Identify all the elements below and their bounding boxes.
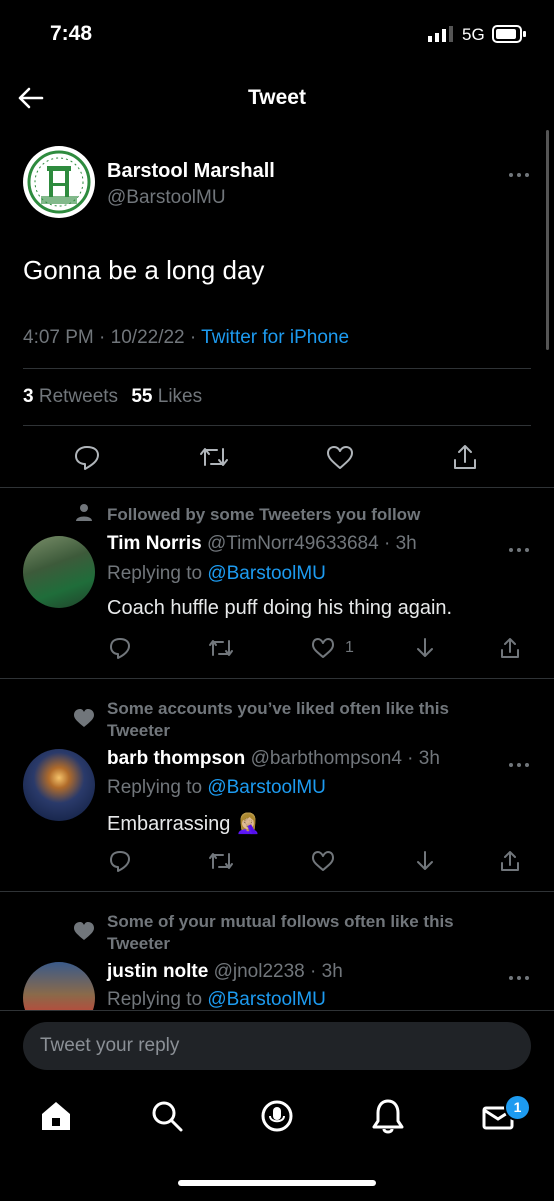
signal-icon — [428, 26, 456, 47]
replying-prefix: Replying to — [107, 989, 203, 1010]
replying-to-handle[interactable]: @BarstoolMU — [207, 563, 326, 584]
reply-author-handle[interactable]: @TimNorr49633684 — [207, 533, 379, 554]
reply-header: barb thompson @barbthompson4 · 3h — [107, 748, 440, 769]
share-icon[interactable] — [498, 849, 522, 873]
reply-text: Coach huffle puff doing his thing again. — [107, 597, 453, 619]
home-icon — [42, 1102, 70, 1130]
share-icon[interactable] — [451, 443, 479, 471]
author-handle[interactable]: @BarstoolMU — [107, 187, 226, 209]
likes-stat[interactable]: 55 Likes — [131, 386, 202, 407]
reply-item[interactable]: Followed by some Tweeters you follow Tim… — [0, 488, 554, 678]
status-time: 7:48 — [50, 22, 93, 45]
reply-icon[interactable] — [108, 849, 132, 873]
social-context: Some accounts you’ve liked often like th… — [107, 699, 449, 740]
bell-icon — [372, 1099, 404, 1134]
reply-header: Tim Norris @TimNorr49633684 · 3h — [107, 533, 417, 554]
tweet-source[interactable]: Twitter for iPhone — [201, 327, 349, 348]
reply-icon[interactable] — [73, 443, 101, 471]
barstool-logo-icon — [27, 150, 91, 214]
replying-prefix: Replying to — [107, 563, 203, 584]
heart-filled-icon — [72, 920, 96, 947]
retweets-count: 3 — [23, 386, 34, 407]
scroll-indicator — [546, 130, 549, 350]
like-count: 1 — [345, 639, 354, 656]
reply-text: Embarrassing 🤦🏼‍♀️ — [107, 813, 261, 835]
replying-prefix: Replying to — [107, 777, 203, 798]
replying-to-handle[interactable]: @BarstoolMU — [207, 777, 326, 798]
tab-home[interactable] — [38, 1098, 74, 1139]
more-options-icon[interactable] — [508, 541, 530, 559]
reply-avatar[interactable] — [23, 536, 95, 608]
reply-author-name[interactable]: Tim Norris — [107, 533, 202, 554]
like-icon[interactable] — [310, 849, 336, 873]
page-title: Tweet — [248, 86, 306, 109]
more-options-icon[interactable] — [508, 969, 530, 987]
retweets-label: Retweets — [38, 386, 119, 407]
heart-filled-icon — [72, 707, 96, 734]
social-context: Some of your mutual follows often like t… — [107, 912, 454, 953]
divider — [23, 425, 531, 426]
search-icon — [152, 1101, 183, 1132]
reply-author-handle[interactable]: @barbthompson4 — [251, 748, 402, 769]
reply-age: 3h — [395, 533, 417, 554]
home-indicator — [178, 1180, 376, 1186]
author-avatar[interactable] — [23, 146, 95, 218]
share-icon[interactable] — [498, 636, 522, 660]
reply-avatar[interactable] — [23, 749, 95, 821]
tweet-meta: 4:07 PM · 10/22/22 · Twitter for iPhone — [23, 327, 350, 348]
reply-author-name[interactable]: barb thompson — [107, 748, 245, 769]
retweet-icon[interactable] — [207, 636, 235, 660]
retweets-stat[interactable]: 3 Retweets — [23, 386, 118, 407]
reply-icon[interactable] — [108, 636, 132, 660]
reply-avatar[interactable] — [23, 962, 95, 1010]
replying-to-handle[interactable]: @BarstoolMU — [207, 989, 326, 1010]
messages-badge-count: 1 — [513, 1099, 522, 1115]
reply-age: 3h — [321, 961, 343, 982]
reply-header: justin nolte @jnol2238 · 3h — [107, 961, 343, 982]
more-options-icon[interactable] — [508, 166, 530, 184]
tab-search[interactable] — [149, 1098, 185, 1139]
reply-item[interactable]: Some accounts you’ve liked often like th… — [0, 679, 554, 891]
downvote-icon[interactable] — [413, 636, 437, 660]
social-context: Followed by some Tweeters you follow — [107, 505, 421, 524]
reply-author-name[interactable]: justin nolte — [107, 961, 208, 982]
divider — [23, 368, 531, 369]
tweet-time: 4:07 PM — [23, 327, 94, 348]
reply-age: 3h — [418, 748, 440, 769]
like-icon[interactable] — [310, 636, 336, 660]
tab-spaces[interactable] — [258, 1097, 296, 1140]
battery-icon — [492, 24, 528, 49]
tab-notifications[interactable] — [370, 1097, 406, 1140]
more-options-icon[interactable] — [508, 756, 530, 774]
spaces-icon — [261, 1100, 293, 1132]
tweet-date: 10/22/22 — [110, 327, 185, 348]
tweet-stats: 3 Retweets 55 Likes — [23, 386, 202, 408]
likes-label: Likes — [157, 386, 203, 407]
retweet-icon[interactable] — [198, 443, 230, 471]
network-label: 5G — [462, 25, 485, 44]
like-icon[interactable] — [325, 443, 355, 471]
replying-to: Replying to @BarstoolMU — [107, 777, 326, 799]
person-icon — [74, 502, 94, 527]
retweet-icon[interactable] — [207, 849, 235, 873]
downvote-icon[interactable] — [413, 849, 437, 873]
reply-item[interactable]: Some of your mutual follows often like t… — [0, 892, 554, 1010]
reply-author-handle[interactable]: @jnol2238 — [214, 961, 305, 982]
messages-badge: 1 — [504, 1094, 531, 1121]
reply-input[interactable] — [23, 1022, 531, 1070]
replying-to: Replying to @BarstoolMU — [107, 563, 326, 585]
author-name[interactable]: Barstool Marshall — [107, 160, 275, 183]
tweet-text: Gonna be a long day — [23, 255, 265, 285]
likes-count: 55 — [131, 386, 153, 407]
replying-to: Replying to @BarstoolMU — [107, 989, 326, 1010]
